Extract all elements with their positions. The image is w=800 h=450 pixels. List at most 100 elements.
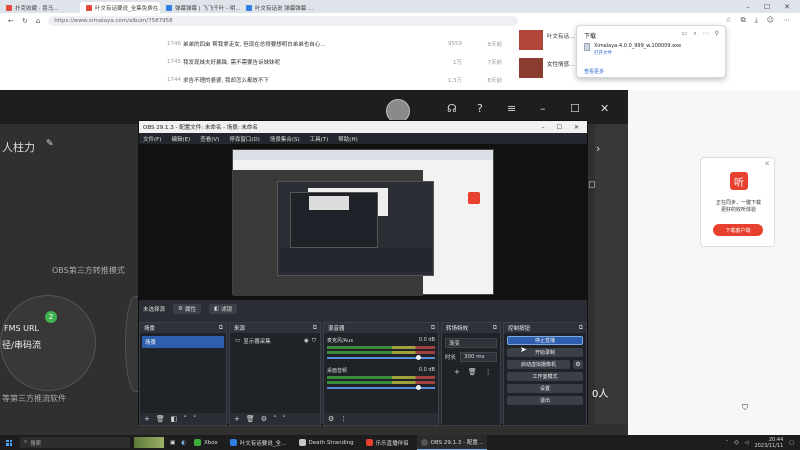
notification-icon[interactable]: ▢: [789, 440, 794, 446]
lock-icon[interactable]: ⛉: [312, 338, 316, 345]
browser-tab-4[interactable]: 叶文有话说 弹幕弹幕 ...: [240, 2, 320, 13]
up-icon[interactable]: ˄: [183, 415, 187, 423]
taskbar-search[interactable]: ⌕ 搜索: [20, 437, 130, 448]
popout-icon[interactable]: ⧉: [313, 324, 317, 332]
down-icon[interactable]: ˅: [283, 415, 287, 423]
start-recording-button[interactable]: 开始录制: [507, 348, 583, 357]
task-view-icon[interactable]: ▣: [170, 440, 175, 446]
exit-button[interactable]: 退出: [507, 396, 583, 405]
maximize-icon[interactable]: ☐: [570, 102, 580, 115]
address-bar[interactable]: https://www.ximalaya.com/album/7587958: [48, 15, 519, 26]
download-file-name[interactable]: Ximalaya-4.0.0_999_w.100009.exe: [594, 43, 681, 49]
taskbar-app-death-stranding[interactable]: Death Stranding: [295, 435, 358, 450]
gear-icon[interactable]: ⚙: [573, 360, 583, 369]
headset-icon[interactable]: ☊: [447, 102, 457, 115]
obs-preview[interactable]: [139, 144, 587, 300]
windows-start-icon[interactable]: [6, 439, 12, 446]
popout-icon[interactable]: ⧉: [431, 324, 435, 332]
trash-icon[interactable]: 🗑: [156, 415, 165, 423]
add-icon[interactable]: +: [144, 415, 150, 423]
browser-tab-2[interactable]: 叶文有话要说_全集免费在…: [80, 2, 160, 13]
close-icon[interactable]: ✕: [764, 160, 770, 168]
taskbar-app-xbox[interactable]: Xbox: [190, 435, 222, 450]
duration-input[interactable]: 300 ms: [460, 352, 497, 362]
start-virtual-camera-button[interactable]: 启动虚拟摄像机: [507, 360, 570, 369]
see-more-link[interactable]: 查看更多: [584, 68, 604, 75]
gear-icon[interactable]: ⚙: [261, 415, 267, 423]
more-icon[interactable]: ⋯: [703, 30, 709, 38]
chat-icon[interactable]: ◻: [588, 180, 595, 190]
close-icon[interactable]: ✕: [574, 124, 579, 131]
more-icon[interactable]: ⋮: [485, 368, 492, 376]
more-icon[interactable]: ⋮: [340, 415, 347, 423]
popout-icon[interactable]: ⧉: [493, 324, 497, 332]
download-client-button[interactable]: 下载客户端: [713, 224, 763, 236]
taskbar-app-obs[interactable]: OBS 29.1.3 - 配置…: [416, 435, 488, 450]
maximize-icon[interactable]: ☐: [557, 124, 562, 131]
minimize-icon[interactable]: –: [540, 102, 546, 115]
menu-file[interactable]: 文件(F): [143, 135, 161, 143]
menu-help[interactable]: 帮助(H): [338, 135, 357, 143]
side-item-title[interactable]: 女性情感…: [547, 60, 575, 68]
filter-icon[interactable]: ◧: [171, 415, 178, 423]
browser-tab-3[interactable]: 弹幕弹幕 | 飞飞千叶 - 明…: [160, 2, 240, 13]
studio-mode-button[interactable]: 工作室模式: [507, 372, 583, 381]
down-icon[interactable]: ˅: [193, 415, 197, 423]
taskbar-app-live-helper[interactable]: 乐乐直播伴侣: [362, 435, 413, 450]
taskbar-app-edge[interactable]: 叶文有话要说_全…: [226, 435, 291, 450]
popout-icon[interactable]: ⧉: [579, 324, 583, 332]
list-item[interactable]: 1745 我发现妹夫好暴躁, 需不需要告诉妹妹呢 1万 7天前: [167, 54, 502, 70]
side-item-title[interactable]: 叶文有话…: [547, 32, 575, 40]
menu-scene-collection[interactable]: 场景集合(S): [270, 135, 300, 143]
menu-docks[interactable]: 停靠窗口(D): [229, 135, 260, 143]
edit-icon[interactable]: ✎: [46, 139, 54, 149]
trash-icon[interactable]: 🗑: [246, 415, 255, 423]
chevron-right-icon[interactable]: ›: [596, 142, 600, 155]
eye-icon[interactable]: ◉: [304, 338, 309, 344]
pin-icon[interactable]: ⚲: [715, 30, 719, 38]
minimize-icon[interactable]: –: [542, 124, 545, 131]
list-item[interactable]: 1746 弟弟的四亩 帮我拿走女, 但现在总得要想明白弟弟也自心… 9559 8…: [167, 36, 502, 52]
source-item[interactable]: ▭ 显示器采集 ◉ ⛉: [232, 336, 318, 346]
add-icon[interactable]: +: [234, 415, 240, 423]
transition-select[interactable]: 渐变: [445, 338, 497, 348]
menu-tools[interactable]: 工具(T): [310, 135, 329, 143]
gear-icon[interactable]: ⚙: [328, 415, 334, 423]
home-icon[interactable]: ⌂: [36, 17, 40, 25]
settings-button[interactable]: 设置: [507, 384, 583, 393]
scene-item[interactable]: 场景: [142, 336, 224, 348]
menu-view[interactable]: 查看(V): [200, 135, 219, 143]
search-icon[interactable]: ⌕: [693, 30, 696, 38]
menu-icon[interactable]: ≡: [507, 102, 516, 115]
stop-streaming-button[interactable]: 停止直播: [507, 336, 583, 345]
network-icon[interactable]: ⌬: [734, 440, 738, 446]
steam-icon[interactable]: ◐: [181, 440, 186, 446]
help-icon[interactable]: ?: [477, 102, 483, 115]
album-cover[interactable]: [519, 58, 543, 78]
open-file-link[interactable]: 打开文件: [594, 50, 612, 56]
add-icon[interactable]: +: [454, 368, 460, 376]
menu-icon[interactable]: ⋯: [783, 16, 790, 25]
trash-icon[interactable]: 🗑: [468, 368, 477, 376]
album-cover[interactable]: [519, 30, 543, 50]
properties-button[interactable]: ⚙ 属性: [173, 303, 201, 314]
reload-icon[interactable]: ↻: [22, 17, 28, 25]
filters-button[interactable]: ◧ 滤镜: [208, 303, 238, 314]
back-icon[interactable]: ←: [8, 17, 14, 25]
minimize-icon[interactable]: –: [746, 3, 750, 11]
collections-icon[interactable]: ⧉: [741, 16, 746, 25]
lock-icon[interactable]: ⛉: [742, 403, 748, 413]
clock[interactable]: 20:44 2023/11/11: [754, 437, 783, 449]
browser-tab-1[interactable]: 扑克收藏 · 喜马…: [0, 2, 80, 13]
volume-slider[interactable]: [327, 385, 435, 390]
list-item[interactable]: 1744 求告不理的婆婆, 我却怎么都放不下 1.3万 8天前: [167, 72, 502, 88]
close-icon[interactable]: ✕: [600, 102, 609, 115]
up-icon[interactable]: ˄: [273, 415, 277, 423]
close-icon[interactable]: ✕: [784, 3, 790, 11]
volume-icon[interactable]: ◁: [745, 440, 749, 446]
menu-edit[interactable]: 编辑(E): [171, 135, 190, 143]
favorites-icon[interactable]: ☆: [725, 16, 731, 25]
popout-icon[interactable]: ⧉: [219, 324, 223, 332]
maximize-icon[interactable]: ☐: [764, 3, 770, 11]
chevron-up-icon[interactable]: ˄: [726, 440, 729, 446]
